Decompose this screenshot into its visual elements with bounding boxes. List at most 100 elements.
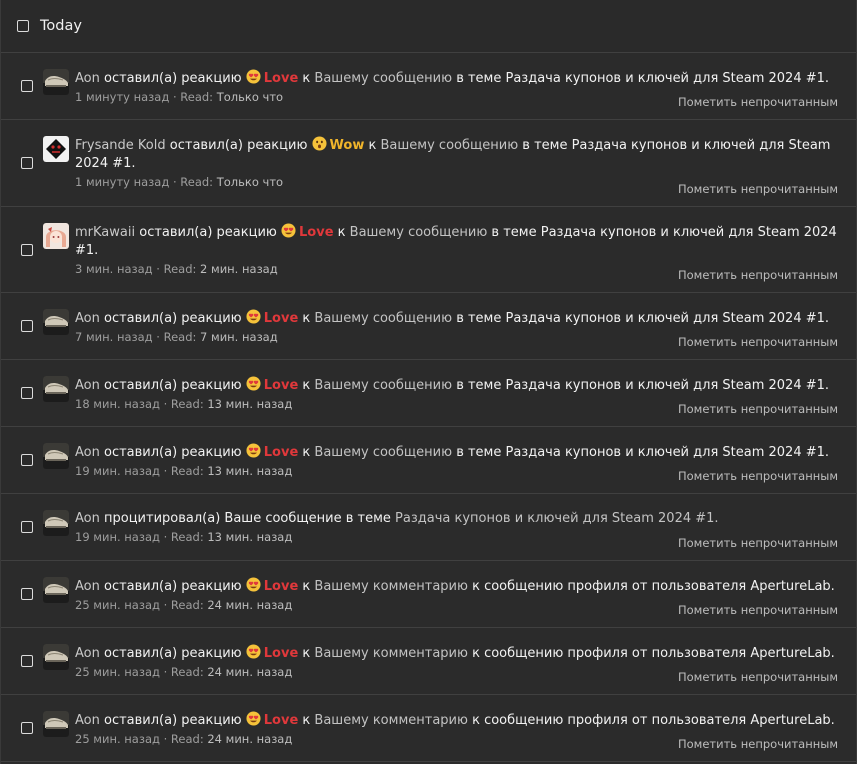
header-title: Today <box>40 18 82 34</box>
alert-select-checkbox[interactable] <box>21 387 33 399</box>
alert-text: mrKawaii оставил(а) реакцию Love к Вашем… <box>75 223 840 260</box>
avatar[interactable] <box>43 136 69 162</box>
alert-select-checkbox[interactable] <box>21 320 33 332</box>
to-text: к <box>337 225 346 240</box>
heart-eyes-emoji <box>246 577 261 592</box>
thread-title[interactable]: Раздача купонов и ключей для Steam 2024 … <box>506 445 830 460</box>
read-time: 24 мин. назад <box>207 665 293 679</box>
reacted-text: оставил(а) реакцию <box>104 646 242 661</box>
your-comment-link[interactable]: Вашему комментарию <box>314 713 468 728</box>
alert-username[interactable]: Aon <box>75 713 100 728</box>
mark-unread-link[interactable]: Пометить непрочитанным <box>678 737 838 751</box>
alert-row[interactable]: Aon оставил(а) реакцию Love к Вашему соо… <box>1 53 856 120</box>
alert-time: 19 мин. назад <box>75 464 160 478</box>
in-thread-text: в теме <box>456 445 502 460</box>
alert-select-checkbox[interactable] <box>21 722 33 734</box>
alert-select-checkbox[interactable] <box>21 588 33 600</box>
your-comment-link[interactable]: Вашему комментарию <box>314 646 468 661</box>
alert-username[interactable]: Aon <box>75 71 100 86</box>
alert-text: Aon оставил(а) реакцию Love к Вашему ком… <box>75 644 840 663</box>
reacted-text: оставил(а) реакцию <box>169 138 308 153</box>
read-time: 13 мин. назад <box>207 530 293 544</box>
mark-unread-link[interactable]: Пометить непрочитанным <box>678 670 838 684</box>
alert-select-checkbox[interactable] <box>21 521 33 533</box>
your-comment-link[interactable]: Вашему комментарию <box>314 579 468 594</box>
your-message-link[interactable]: Вашему сообщению <box>381 138 519 153</box>
read-time: Только что <box>216 175 284 189</box>
avatar[interactable] <box>43 309 69 335</box>
your-message-link[interactable]: Вашему сообщению <box>314 378 452 393</box>
profile-message-text: к сообщению профиля от пользователя Aper… <box>472 713 835 728</box>
alert-select-checkbox[interactable] <box>21 243 33 256</box>
alert-row[interactable]: Frysande Kold оставил(а) реакцию Wow к В… <box>1 120 856 207</box>
alert-text: Frysande Kold оставил(а) реакцию Wow к В… <box>75 136 840 173</box>
your-message-link[interactable]: Вашему сообщению <box>314 71 452 86</box>
heart-eyes-emoji <box>246 309 261 324</box>
mark-unread-link[interactable]: Пометить непрочитанным <box>678 268 838 282</box>
heart-eyes-emoji <box>246 376 261 391</box>
read-time: 7 мин. назад <box>200 330 278 344</box>
alert-row[interactable]: Aon процитировал(а) Ваше сообщение в тем… <box>1 494 856 561</box>
avatar[interactable] <box>43 376 69 402</box>
to-text: к <box>302 579 311 594</box>
to-text: к <box>302 71 311 86</box>
mark-unread-link[interactable]: Пометить непрочитанным <box>678 402 838 416</box>
thread-title[interactable]: Раздача купонов и ключей для Steam 2024 … <box>506 71 830 86</box>
read-time: 13 мин. назад <box>207 464 293 478</box>
alert-select-checkbox[interactable] <box>21 454 33 466</box>
alert-time: 1 минуту назад <box>75 175 170 189</box>
thread-link[interactable]: Раздача купонов и ключей для Steam 2024 … <box>395 511 719 526</box>
alert-select-checkbox[interactable] <box>21 655 33 667</box>
read-time: Только что <box>216 90 284 104</box>
read-label: Read: <box>170 530 204 544</box>
alert-time: 18 мин. назад <box>75 397 160 411</box>
mark-unread-link[interactable]: Пометить непрочитанным <box>678 603 838 617</box>
select-all-checkbox[interactable] <box>17 20 29 32</box>
read-label: Read: <box>170 732 204 746</box>
avatar[interactable] <box>43 644 69 670</box>
reaction-label: Wow <box>329 138 365 153</box>
quote-text: процитировал(а) Ваше сообщение в теме <box>104 511 391 526</box>
alert-username[interactable]: Frysande Kold <box>75 138 166 153</box>
alert-row[interactable]: Aon оставил(а) реакцию Love к Вашему ком… <box>1 561 856 628</box>
read-label: Read: <box>163 262 197 276</box>
alert-username[interactable]: Aon <box>75 311 100 326</box>
mark-unread-link[interactable]: Пометить непрочитанным <box>678 536 838 550</box>
thread-title[interactable]: Раздача купонов и ключей для Steam 2024 … <box>506 378 830 393</box>
your-message-link[interactable]: Вашему сообщению <box>350 225 488 240</box>
thread-title[interactable]: Раздача купонов и ключей для Steam 2024 … <box>506 311 830 326</box>
avatar[interactable] <box>43 711 69 737</box>
your-message-link[interactable]: Вашему сообщению <box>314 311 452 326</box>
mark-unread-link[interactable]: Пометить непрочитанным <box>678 469 838 483</box>
alert-select-checkbox[interactable] <box>21 157 33 169</box>
mark-unread-link[interactable]: Пометить непрочитанным <box>678 182 838 196</box>
alert-username[interactable]: Aon <box>75 646 100 661</box>
reaction-label: Love <box>263 311 299 326</box>
alert-row[interactable]: Aon оставил(а) реакцию Love к Вашему ком… <box>1 695 856 762</box>
alert-row[interactable]: Aon оставил(а) реакцию Love к Вашему соо… <box>1 360 856 427</box>
alert-username[interactable]: Aon <box>75 511 100 526</box>
avatar[interactable] <box>43 223 69 249</box>
alert-username[interactable]: Aon <box>75 378 100 393</box>
alert-row[interactable]: mrKawaii оставил(а) реакцию Love к Вашем… <box>1 207 856 293</box>
alert-text: Aon оставил(а) реакцию Love к Вашему соо… <box>75 443 840 462</box>
to-text: к <box>302 713 311 728</box>
alert-username[interactable]: Aon <box>75 445 100 460</box>
alert-time: 19 мин. назад <box>75 530 160 544</box>
reaction-label: Love <box>263 646 299 661</box>
avatar[interactable] <box>43 443 69 469</box>
alert-row[interactable]: Aon оставил(а) реакцию Love к Вашему соо… <box>1 293 856 360</box>
avatar[interactable] <box>43 577 69 603</box>
mark-unread-link[interactable]: Пометить непрочитанным <box>678 95 838 109</box>
to-text: к <box>302 646 311 661</box>
mark-unread-link[interactable]: Пометить непрочитанным <box>678 335 838 349</box>
avatar[interactable] <box>43 510 69 536</box>
avatar[interactable] <box>43 69 69 95</box>
alert-row[interactable]: Aon оставил(а) реакцию Love к Вашему соо… <box>1 427 856 494</box>
heart-eyes-emoji <box>246 644 261 659</box>
alert-select-checkbox[interactable] <box>21 80 33 92</box>
alert-username[interactable]: mrKawaii <box>75 225 135 240</box>
alert-row[interactable]: Aon оставил(а) реакцию Love к Вашему ком… <box>1 628 856 695</box>
your-message-link[interactable]: Вашему сообщению <box>314 445 452 460</box>
alert-username[interactable]: Aon <box>75 579 100 594</box>
